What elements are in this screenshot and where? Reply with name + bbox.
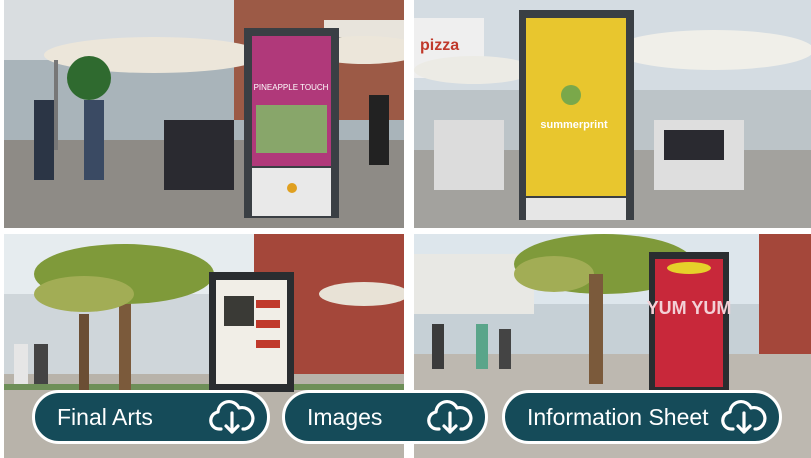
final-arts-download-button[interactable]: Final Arts [32,390,270,444]
poster-text-yellow: summerprint [540,119,608,131]
cloud-download-icon [427,398,473,436]
information-sheet-label: Information Sheet [527,403,709,430]
images-download-button[interactable]: Images [282,390,488,444]
photo-outdoor-cafe-yellow-display: pizza summerprint [414,0,811,228]
poster-text-pink: PINEAPPLE TOUCH [254,83,329,92]
images-label: Images [307,403,383,430]
final-arts-label: Final Arts [57,403,153,430]
pizza-sign: pizza [420,37,459,54]
cloud-download-icon [209,398,255,436]
poster-text-red: YUM YUM [647,298,732,318]
photo-outdoor-cafe-pink-display: DELI PINEAPPLE TOUCH [4,0,404,228]
cloud-download-icon [721,398,767,436]
information-sheet-download-button[interactable]: Information Sheet [502,390,782,444]
